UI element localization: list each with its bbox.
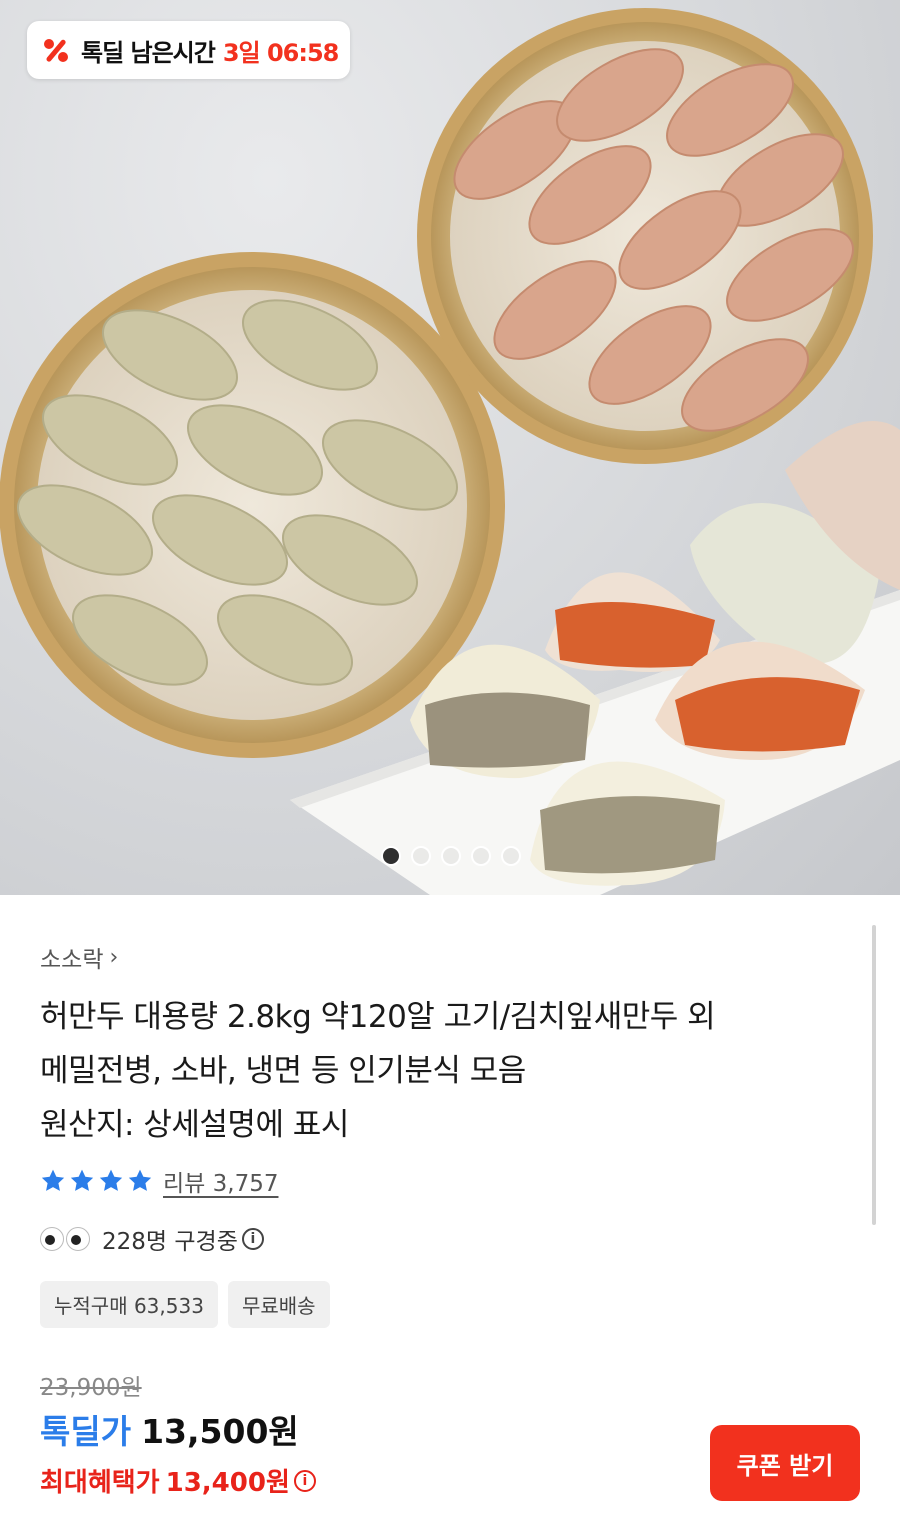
deal-price-label: 톡딜가 bbox=[40, 1412, 132, 1451]
carousel-dot-3[interactable] bbox=[441, 846, 461, 866]
info-icon[interactable]: i bbox=[293, 1469, 316, 1492]
title-line-3: 원산지: 상세설명에 표시 bbox=[40, 1107, 349, 1143]
max-benefit-price: 13,400원 bbox=[165, 1468, 290, 1498]
deal-timer-time: 3일 06:58 bbox=[222, 38, 340, 67]
carousel-indicator bbox=[381, 846, 521, 866]
seller-link[interactable]: 소소락 › bbox=[40, 940, 118, 974]
carousel-dot-4[interactable] bbox=[471, 846, 491, 866]
title-line-1: 허만두 대용량 2.8kg 약120알 고기/김치잎새만두 외 bbox=[40, 999, 716, 1035]
scrollbar[interactable] bbox=[872, 925, 876, 1225]
seller-name: 소소락 bbox=[40, 947, 104, 973]
review-count-link[interactable]: 리뷰 3,757 bbox=[163, 1164, 278, 1198]
product-tags: 누적구매 63,533 무료배송 bbox=[40, 1281, 330, 1328]
star-icon bbox=[99, 1169, 123, 1191]
viewers-count: 228명 구경중 bbox=[102, 1229, 238, 1255]
eyes-icon bbox=[40, 1227, 90, 1251]
deal-timer-label: 톡딜 남은시간 bbox=[81, 38, 216, 67]
original-price: 23,900원 bbox=[40, 1375, 142, 1401]
product-image[interactable]: 톡딜 남은시간 3일 06:58 bbox=[0, 0, 900, 895]
star-icon bbox=[41, 1169, 65, 1191]
chevron-right-icon: › bbox=[109, 944, 119, 970]
carousel-dot-5[interactable] bbox=[501, 846, 521, 866]
title-line-2: 메밀전병, 소바, 냉면 등 인기분식 모음 bbox=[40, 1053, 526, 1089]
deal-price-row: 톡딜가 13,500원 bbox=[40, 1405, 299, 1453]
viewers-row: 228명 구경중 i bbox=[40, 1222, 264, 1256]
carousel-dot-2[interactable] bbox=[411, 846, 431, 866]
product-title: 허만두 대용량 2.8kg 약120알 고기/김치잎새만두 외 메밀전병, 소바… bbox=[40, 990, 840, 1152]
cumulative-purchase-chip: 누적구매 63,533 bbox=[40, 1281, 218, 1328]
rating-row: 리뷰 3,757 bbox=[40, 1164, 278, 1198]
percent-icon bbox=[41, 35, 71, 65]
free-shipping-chip: 무료배송 bbox=[227, 1281, 330, 1328]
info-icon[interactable]: i bbox=[241, 1228, 264, 1250]
max-benefit-row: 최대혜택가 13,400원 i bbox=[40, 1462, 316, 1499]
deal-price: 13,500원 bbox=[141, 1412, 299, 1451]
star-icon bbox=[128, 1169, 152, 1191]
star-icon bbox=[70, 1169, 94, 1191]
carousel-dot-1[interactable] bbox=[381, 846, 401, 866]
max-benefit-label: 최대혜택가 bbox=[40, 1468, 160, 1498]
get-coupon-button[interactable]: 쿠폰 받기 bbox=[710, 1425, 860, 1501]
dumpling-illustration bbox=[0, 8, 900, 895]
deal-timer-badge: 톡딜 남은시간 3일 06:58 bbox=[27, 21, 350, 79]
rating-stars bbox=[40, 1168, 153, 1194]
